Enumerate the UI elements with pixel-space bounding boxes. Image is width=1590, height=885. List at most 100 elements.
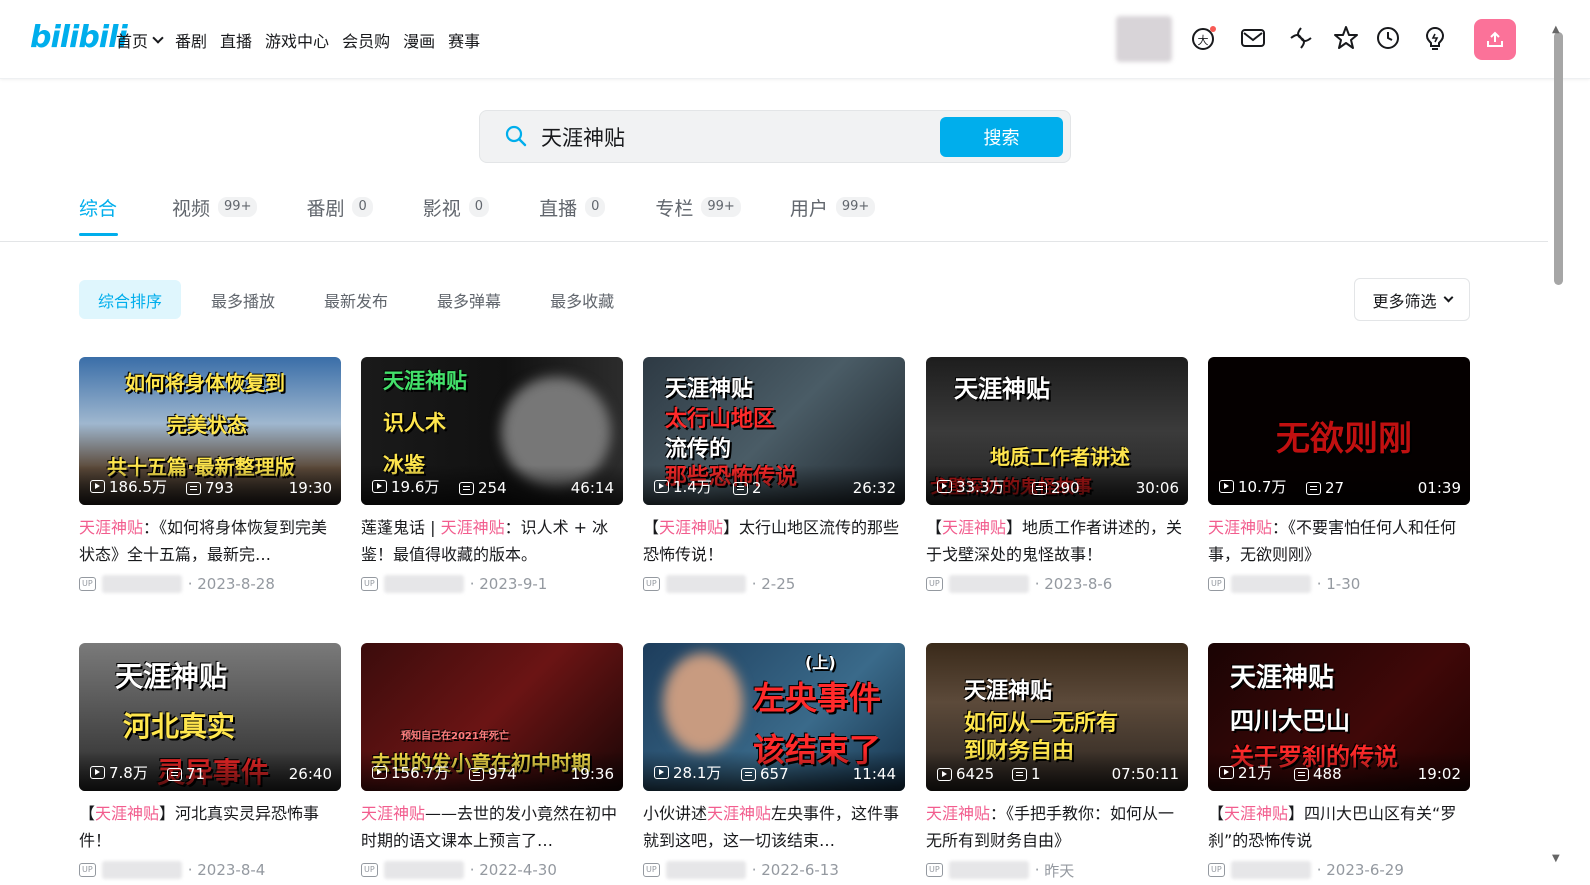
video-meta: UP · 1-30 [1208, 574, 1470, 594]
video-card[interactable]: 天涯神贴地质工作者讲述戈壁深处的鬼怪故事 33.3万 290 30:06 【天涯… [926, 357, 1188, 594]
thumbnail-caption: 天涯神贴 [954, 375, 1050, 403]
author-name-blurred[interactable] [665, 861, 746, 879]
tab-user[interactable]: 用户 99+ [789, 194, 876, 239]
play-count-icon [654, 766, 669, 779]
title-highlight: 天涯神贴 [659, 518, 724, 537]
danmaku-count: 1 [1012, 765, 1041, 783]
video-thumbnail[interactable]: 天涯神贴地质工作者讲述戈壁深处的鬼怪故事 33.3万 290 30:06 [926, 357, 1188, 505]
author-name-blurred[interactable] [383, 575, 464, 593]
danmaku-count: 488 [1294, 765, 1342, 783]
nav-live[interactable]: 直播 [220, 28, 252, 52]
video-card[interactable]: 天涯神贴四川大巴山关于罗刹的传说 21万 488 19:02 【天涯神贴】四川大… [1208, 643, 1470, 880]
view-count: 21万 [1219, 762, 1272, 783]
tab-label: 用户 [789, 198, 828, 220]
author-name-blurred[interactable] [101, 575, 182, 593]
chevron-down-icon [152, 32, 164, 44]
sort-most-favorites[interactable]: 最多收藏 [531, 280, 633, 319]
sort-most-danmaku[interactable]: 最多弹幕 [418, 280, 520, 319]
nav-game-center[interactable]: 游戏中心 [265, 28, 329, 52]
more-filter-button[interactable]: 更多筛选 [1354, 278, 1470, 321]
up-icon: UP [926, 863, 943, 877]
video-duration: 26:32 [852, 479, 896, 497]
video-thumbnail[interactable]: 天涯神贴河北真实灵异事件 7.8万 71 26:40 [79, 643, 341, 791]
author-name-blurred[interactable] [948, 575, 1029, 593]
author-name-blurred[interactable] [948, 861, 1029, 879]
scrollbar-thumb[interactable] [1554, 32, 1563, 285]
video-card[interactable]: 天涯神贴河北真实灵异事件 7.8万 71 26:40 【天涯神贴】河北真实灵异恐… [79, 643, 341, 880]
danmaku-count-value: 290 [1051, 479, 1080, 497]
video-card[interactable]: 如何将身体恢复到完美状态共十五篇·最新整理版 186.5万 793 19:30 … [79, 357, 341, 594]
video-title[interactable]: 天涯神贴——去世的发小竟然在初中时期的语文课本上预言了… [361, 800, 623, 854]
video-card[interactable]: 天涯神贴太行山地区流传的那些恐怖传说 1.4万 2 26:32 【天涯神贴】太行… [643, 357, 905, 594]
danmaku-icon [1012, 767, 1027, 781]
search-input[interactable] [541, 122, 931, 152]
video-duration: 19:36 [570, 765, 614, 783]
author-name-blurred[interactable] [101, 861, 182, 879]
video-thumbnail[interactable]: 天涯神贴太行山地区流传的那些恐怖传说 1.4万 2 26:32 [643, 357, 905, 505]
video-title[interactable]: 小伙讲述天涯神贴左央事件，这件事就到这吧，这一切该结束… [643, 800, 905, 854]
creation-icon[interactable] [1422, 25, 1448, 51]
video-title[interactable]: 【天涯神贴】河北真实灵异恐怖事件！ [79, 800, 341, 854]
sort-most-played[interactable]: 最多播放 [192, 280, 294, 319]
author-name-blurred[interactable] [1230, 575, 1311, 593]
scroll-down-arrow[interactable]: ▼ [1552, 853, 1560, 864]
video-title[interactable]: 莲蓬鬼话 | 天涯神贴：识人术 + 冰鉴！最值得收藏的版本。 [361, 514, 623, 568]
bilibili-logo[interactable]: bilibili [30, 20, 128, 55]
avatar[interactable] [1116, 16, 1172, 62]
view-count-value: 33.3万 [956, 478, 1005, 496]
video-card[interactable]: 去世的发小竟在初中时期预知自己在2021年死亡 156.7万 974 19:36… [361, 643, 623, 880]
thumbnail-caption: 天涯神贴 [1230, 663, 1335, 693]
history-icon[interactable] [1375, 25, 1401, 51]
video-card[interactable]: (上) 左央事件 该结束了 28.1万 657 11:44 小伙讲述天涯神贴左央事件… [643, 643, 905, 880]
video-thumbnail[interactable]: 去世的发小竟在初中时期预知自己在2021年死亡 156.7万 974 19:36 [361, 643, 623, 791]
sort-options: 综合排序 最多播放 最新发布 最多弹幕 最多收藏 [79, 280, 633, 319]
tab-bangumi[interactable]: 番剧 0 [306, 194, 373, 239]
vip-icon[interactable]: 大 [1191, 25, 1217, 51]
publish-date: 2022-4-30 [479, 861, 557, 879]
nav-manga[interactable]: 漫画 [403, 28, 435, 52]
view-count-value: 28.1万 [673, 764, 722, 782]
video-title[interactable]: 【天涯神贴】四川大巴山区有关“罗刹”的恐怖传说 [1208, 800, 1470, 854]
author-name-blurred[interactable] [665, 575, 746, 593]
tab-film[interactable]: 影视 0 [423, 194, 490, 239]
video-duration: 01:39 [1417, 479, 1461, 497]
video-title[interactable]: 【天涯神贴】地质工作者讲述的，关于戈壁深处的鬼怪故事！ [926, 514, 1188, 568]
author-name-blurred[interactable] [1230, 861, 1311, 879]
video-thumbnail[interactable]: 天涯神贴识人术冰鉴 19.6万 254 46:14 [361, 357, 623, 505]
nav-esports[interactable]: 赛事 [448, 28, 480, 52]
upload-button[interactable] [1474, 19, 1516, 60]
video-card[interactable]: 天涯神贴识人术冰鉴 19.6万 254 46:14 莲蓬鬼话 | 天涯神贴：识人… [361, 357, 623, 594]
sort-comprehensive[interactable]: 综合排序 [79, 280, 182, 319]
dynamic-icon[interactable] [1288, 25, 1314, 51]
nav-home[interactable]: 首页 [116, 28, 164, 52]
nav-mall[interactable]: 会员购 [342, 28, 390, 52]
video-title[interactable]: 【天涯神贴】太行山地区流传的那些恐怖传说！ [643, 514, 905, 568]
video-thumbnail[interactable]: 如何将身体恢复到完美状态共十五篇·最新整理版 186.5万 793 19:30 [79, 357, 341, 505]
sort-newest[interactable]: 最新发布 [305, 280, 407, 319]
video-thumbnail[interactable]: (上) 左央事件 该结束了 28.1万 657 11:44 [643, 643, 905, 791]
video-title[interactable]: 天涯神贴：《如何将身体恢复到完美状态》全十五篇，最新完… [79, 514, 341, 568]
top-nav: 首页 番剧 直播 游戏中心 会员购 漫画 赛事 [116, 28, 493, 52]
title-highlight: 天涯神贴 [1208, 518, 1273, 537]
danmaku-count-value: 71 [186, 765, 206, 783]
author-name-blurred[interactable] [383, 861, 464, 879]
tab-live[interactable]: 直播 0 [539, 194, 606, 239]
tab-video[interactable]: 视频 99+ [172, 194, 258, 239]
title-highlight: 天涯神贴 [1224, 804, 1289, 823]
tab-count: 0 [585, 197, 606, 217]
tab-all[interactable]: 综合 [79, 194, 118, 239]
video-title[interactable]: 天涯神贴：《手把手教你：如何从一无所有到财务自由》 [926, 800, 1188, 854]
video-thumbnail[interactable]: 天涯神贴四川大巴山关于罗刹的传说 21万 488 19:02 [1208, 643, 1470, 791]
tab-article[interactable]: 专栏 99+ [655, 194, 741, 239]
scroll-up-arrow[interactable]: ▲ [1552, 24, 1560, 35]
video-thumbnail[interactable]: 天涯神贴如何从一无所有到财务自由 6425 1 07:50:11 [926, 643, 1188, 791]
favorite-icon[interactable] [1333, 25, 1359, 51]
nav-anime[interactable]: 番剧 [175, 28, 207, 52]
video-title[interactable]: 天涯神贴：《不要害怕任何人和任何事，无欲则刚》 [1208, 514, 1470, 568]
message-icon[interactable] [1240, 25, 1266, 51]
video-card[interactable]: 无欲则刚 10.7万 27 01:39 天涯神贴：《不要害怕任何人和任何事，无欲… [1208, 357, 1470, 594]
search-button[interactable]: 搜索 [940, 117, 1063, 157]
video-card[interactable]: 天涯神贴如何从一无所有到财务自由 6425 1 07:50:11 天涯神贴：《手… [926, 643, 1188, 880]
video-thumbnail[interactable]: 无欲则刚 10.7万 27 01:39 [1208, 357, 1470, 505]
up-icon: UP [361, 863, 378, 877]
